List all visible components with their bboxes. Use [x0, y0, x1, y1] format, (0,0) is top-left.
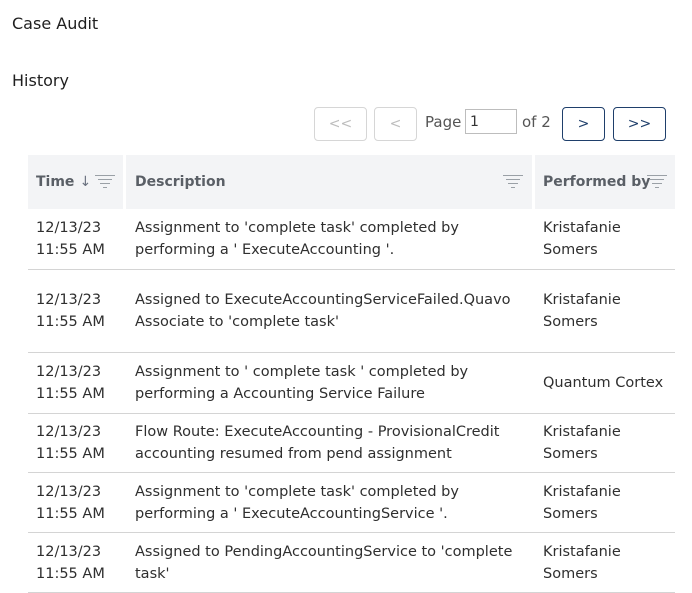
- time-cell: 12/13/23 11:55 AM: [36, 533, 126, 592]
- performer-cell: Kristafanie Somers: [543, 209, 671, 269]
- pagination-bar: << < Page of 2 > >>: [0, 107, 692, 143]
- description-cell: Assignment to 'complete task' completed …: [135, 209, 520, 269]
- table-row[interactable]: 12/13/23 11:55 AM Assigned to PendingAcco…: [28, 533, 675, 593]
- date-text: 12/13/23: [36, 483, 102, 500]
- next-page-button[interactable]: >: [562, 107, 605, 141]
- description-cell: Assignment to 'complete task' completed …: [135, 473, 520, 532]
- performer-cell: Kristafanie Somers: [543, 473, 671, 532]
- last-page-button[interactable]: >>: [613, 107, 666, 141]
- time-cell: 12/13/23 11:55 AM: [36, 353, 126, 413]
- time-cell: 12/13/23 11:55 AM: [36, 270, 126, 352]
- description-cell: Assigned to PendingAccountingService to …: [135, 533, 520, 592]
- time-text: 11:55 AM: [36, 565, 105, 582]
- filter-icon[interactable]: [503, 174, 523, 190]
- time-text: 11:55 AM: [36, 314, 105, 330]
- filter-icon[interactable]: [647, 174, 667, 190]
- performer-text: Kristafanie Somers: [543, 483, 621, 522]
- performer-text: Quantum Cortex: [543, 375, 664, 391]
- header-time[interactable]: Time ↓: [36, 155, 91, 209]
- date-text: 12/13/23: [36, 364, 102, 380]
- date-text: 12/13/23: [36, 220, 102, 236]
- date-text: 12/13/23: [36, 543, 102, 560]
- time-text: 11:55 AM: [36, 446, 105, 462]
- time-text: 11:55 AM: [36, 242, 105, 258]
- table-row[interactable]: 12/13/23 11:55 AM Assignment to ' complet…: [28, 353, 675, 414]
- page-number-input[interactable]: [465, 109, 517, 134]
- date-text: 12/13/23: [36, 424, 102, 440]
- sort-down-icon[interactable]: ↓: [79, 174, 91, 190]
- time-cell: 12/13/23 11:55 AM: [36, 209, 126, 269]
- performer-text: Kristafanie Somers: [543, 292, 621, 330]
- history-table: Time ↓ Description Performed by 12/13/23…: [28, 155, 675, 593]
- performer-text: Kristafanie Somers: [543, 543, 621, 582]
- performer-cell: Kristafanie Somers: [543, 270, 671, 352]
- table-row[interactable]: 12/13/23 11:55 AM Assignment to 'complete…: [28, 473, 675, 533]
- section-title-history: History: [12, 71, 69, 90]
- table-row[interactable]: 12/13/23 11:55 AM Flow Route: ExecuteAcco…: [28, 414, 675, 473]
- description-text: Assigned to ExecuteAccountingServiceFail…: [135, 292, 511, 330]
- time-cell: 12/13/23 11:55 AM: [36, 473, 126, 532]
- first-page-button[interactable]: <<: [314, 107, 367, 141]
- time-cell: 12/13/23 11:55 AM: [36, 414, 126, 472]
- description-text: Flow Route: ExecuteAccounting - Provisio…: [135, 424, 500, 462]
- performer-text: Kristafanie Somers: [543, 424, 621, 462]
- performer-cell: Kristafanie Somers: [543, 533, 671, 592]
- time-text: 11:55 AM: [36, 386, 105, 402]
- header-time-label: Time: [36, 174, 75, 190]
- description-text: Assignment to 'complete task' completed …: [135, 220, 459, 258]
- table-row[interactable]: 12/13/23 11:55 AM Assigned to ExecuteAcco…: [28, 270, 675, 353]
- time-text: 11:55 AM: [36, 505, 105, 522]
- description-text: Assignment to ' complete task ' complete…: [135, 364, 469, 402]
- performer-text: Kristafanie Somers: [543, 220, 621, 258]
- table-header: Time ↓ Description Performed by: [28, 155, 675, 209]
- date-text: 12/13/23: [36, 292, 102, 308]
- description-cell: Assigned to ExecuteAccountingServiceFail…: [135, 270, 520, 352]
- filter-icon[interactable]: [95, 174, 115, 190]
- description-cell: Assignment to ' complete task ' complete…: [135, 353, 520, 413]
- prev-page-button[interactable]: <: [374, 107, 417, 141]
- description-text: Assigned to PendingAccountingService to …: [135, 543, 513, 582]
- performer-cell: Quantum Cortex: [543, 353, 675, 413]
- description-cell: Flow Route: ExecuteAccounting - Provisio…: [135, 414, 520, 472]
- description-text: Assignment to 'complete task' completed …: [135, 483, 459, 522]
- page-count-label: of 2: [522, 113, 551, 131]
- performer-cell: Kristafanie Somers: [543, 414, 671, 472]
- page-title: Case Audit: [12, 14, 99, 33]
- header-description[interactable]: Description: [135, 155, 226, 209]
- page-label: Page: [425, 113, 462, 131]
- header-performed-by[interactable]: Performed by: [543, 155, 650, 209]
- table-row[interactable]: 12/13/23 11:55 AM Assignment to 'complete…: [28, 209, 675, 270]
